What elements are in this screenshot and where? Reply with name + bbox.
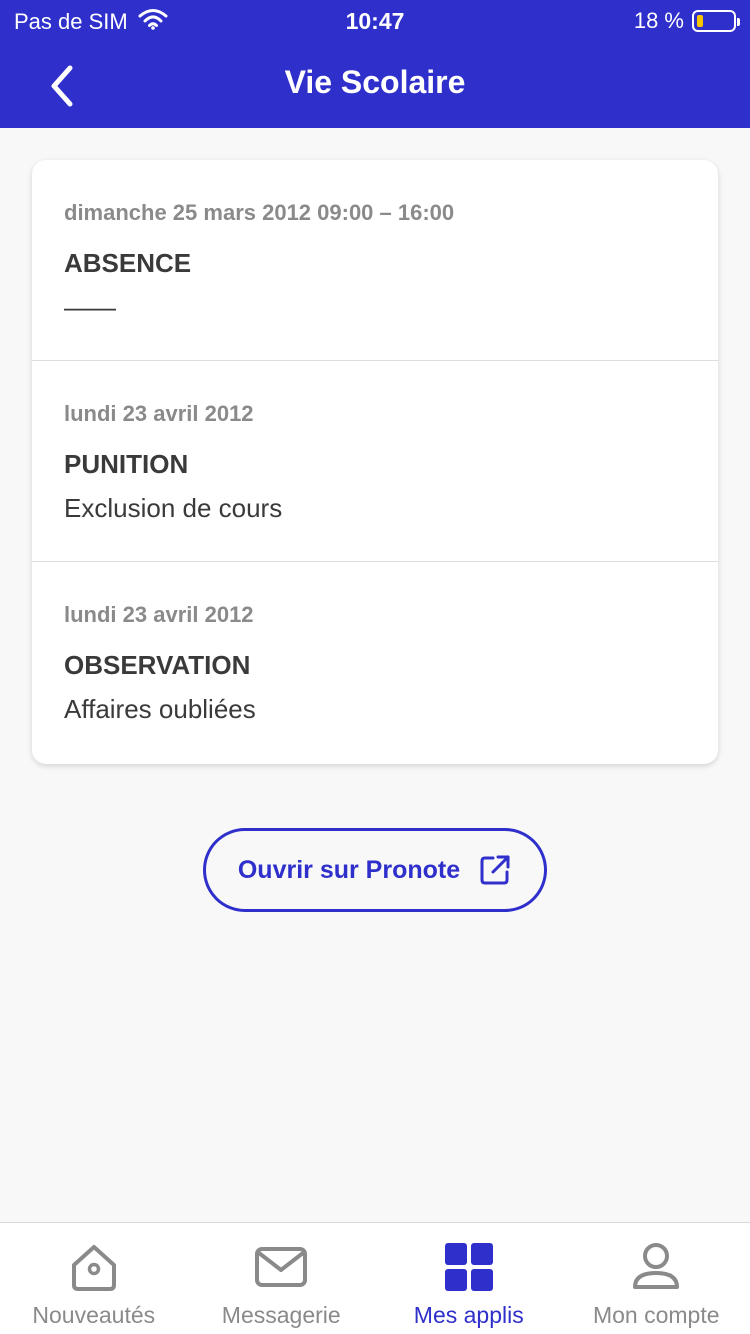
- external-link-icon: [480, 855, 510, 885]
- user-icon: [628, 1239, 684, 1295]
- entry-date: lundi 23 avril 2012: [64, 401, 254, 426]
- nav-label: Messagerie: [221, 1302, 341, 1328]
- entry-type: PUNITION: [64, 449, 189, 479]
- entry-date: lundi 23 avril 2012: [64, 602, 254, 627]
- open-pronote-button[interactable]: Ouvrir sur Pronote: [203, 828, 547, 912]
- status-battery: 18 %: [633, 8, 740, 34]
- battery-percent: 18 %: [633, 8, 684, 33]
- page-title: Vie Scolaire: [284, 64, 466, 100]
- entry-detail: ——: [64, 292, 116, 322]
- entry-date: dimanche 25 mars 2012 09:00 – 16:00: [64, 200, 455, 225]
- entry-type: ABSENCE: [64, 248, 192, 278]
- nav-label: Mon compte: [592, 1302, 720, 1328]
- entry-type: OBSERVATION: [64, 650, 251, 680]
- open-pronote-label: Ouvrir sur Pronote: [237, 855, 461, 884]
- list-item[interactable]: dimanche 25 mars 2012 09:00 – 16:00 ABSE…: [32, 160, 718, 361]
- battery-icon: [692, 10, 740, 32]
- nav-item-messagerie[interactable]: Messagerie: [188, 1223, 376, 1334]
- nav-item-mon-compte[interactable]: Mon compte: [563, 1223, 750, 1334]
- nav-item-mes-applis[interactable]: Mes applis: [375, 1223, 563, 1334]
- mail-icon: [253, 1239, 309, 1295]
- apps-grid-icon: [441, 1239, 497, 1295]
- entry-detail: Exclusion de cours: [64, 493, 283, 523]
- app-header: Pas de SIM 10:47 18 % Vie Scolaire: [0, 0, 750, 128]
- nav-label: Nouveautés: [32, 1302, 156, 1328]
- vie-scolaire-card: dimanche 25 mars 2012 09:00 – 16:00 ABSE…: [32, 160, 718, 764]
- battery-fill: [697, 15, 703, 27]
- status-bar: Pas de SIM 10:47 18 %: [0, 0, 750, 40]
- nav-label: Mes applis: [413, 1302, 524, 1328]
- home-icon: [66, 1239, 122, 1295]
- entry-detail: Affaires oubliées: [64, 694, 256, 724]
- bottom-nav: Nouveautés Messagerie Mes applis Mon com…: [0, 1222, 750, 1334]
- nav-item-nouveautes[interactable]: Nouveautés: [0, 1223, 188, 1334]
- list-item[interactable]: lundi 23 avril 2012 OBSERVATION Affaires…: [32, 562, 718, 763]
- list-item[interactable]: lundi 23 avril 2012 PUNITION Exclusion d…: [32, 361, 718, 562]
